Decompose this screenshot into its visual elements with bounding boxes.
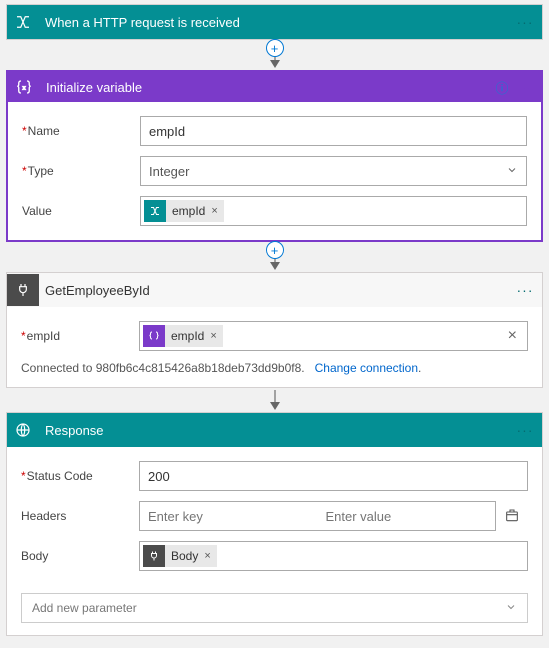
token-body[interactable]: Body × <box>143 545 217 567</box>
response-title: Response <box>39 423 514 438</box>
response-header[interactable]: Response ··· <box>7 413 542 447</box>
http-trigger-icon <box>7 6 39 38</box>
token-label: empId <box>165 329 210 343</box>
body-input[interactable]: Body × <box>139 541 528 571</box>
response-card: Response ··· *Status Code Headers Body <box>6 412 543 636</box>
token-remove-icon[interactable]: × <box>211 205 223 217</box>
type-select-value: Integer <box>149 164 189 179</box>
getemployee-menu-button[interactable]: ··· <box>514 282 536 298</box>
header-key-input[interactable] <box>139 501 318 531</box>
response-icon <box>7 414 39 446</box>
connector-1: + <box>6 42 543 70</box>
trigger-title: When a HTTP request is received <box>39 15 514 30</box>
info-icon[interactable]: ⓘ <box>491 78 513 97</box>
field-label-value: Value <box>22 204 140 218</box>
http-trigger-icon <box>144 200 166 222</box>
connector-3 <box>6 390 543 412</box>
token-empid-var[interactable]: empId × <box>143 325 223 347</box>
field-label-name: *Name <box>22 124 140 138</box>
field-label-empid: *empId <box>21 329 139 343</box>
trigger-menu-button[interactable]: ··· <box>514 14 536 30</box>
chevron-down-icon <box>505 601 517 616</box>
field-label-type: *Type <box>22 164 140 178</box>
response-menu-button[interactable]: ··· <box>514 422 536 438</box>
headers-edit-button[interactable] <box>496 508 528 524</box>
add-parameter-label: Add new parameter <box>32 601 137 615</box>
token-remove-icon[interactable]: × <box>204 550 216 562</box>
clear-field-button[interactable]: × <box>504 327 521 345</box>
response-body: *Status Code Headers Body <box>7 447 542 585</box>
token-remove-icon[interactable]: × <box>210 330 222 342</box>
initialize-variable-card: x Initialize variable ⓘ ··· *Name *Type … <box>6 70 543 242</box>
field-label-headers: Headers <box>21 509 139 523</box>
trigger-card: When a HTTP request is received ··· <box>6 4 543 40</box>
getemployee-header[interactable]: GetEmployeeById ··· <box>7 273 542 307</box>
token-empid-trigger[interactable]: empId × <box>144 200 224 222</box>
empid-input[interactable]: empId × × <box>139 321 528 351</box>
header-value-input[interactable] <box>318 501 497 531</box>
token-label: Body <box>165 549 204 563</box>
chevron-down-icon <box>506 164 518 179</box>
status-code-input[interactable] <box>139 461 528 491</box>
plug-icon <box>143 545 165 567</box>
variable-icon <box>143 325 165 347</box>
add-parameter-select[interactable]: Add new parameter <box>21 593 528 623</box>
initvar-menu-button[interactable]: ··· <box>513 79 535 95</box>
connector-2: + <box>6 244 543 272</box>
token-label: empId <box>166 204 211 218</box>
field-label-status: *Status Code <box>21 469 139 483</box>
getemployee-title: GetEmployeeById <box>39 283 514 298</box>
insert-step-button-2[interactable]: + <box>266 241 284 259</box>
insert-step-button-1[interactable]: + <box>266 39 284 57</box>
svg-text:x: x <box>23 85 26 91</box>
change-connection-link[interactable]: Change connection <box>315 361 418 375</box>
initvar-body: *Name *Type Integer Value <box>8 102 541 240</box>
getemployee-card: GetEmployeeById ··· *empId empId × × <box>6 272 543 388</box>
connection-info: Connected to 980fb6c4c815426a8b18deb73dd… <box>7 361 542 387</box>
getemployee-body: *empId empId × × <box>7 307 542 361</box>
initvar-title: Initialize variable <box>40 80 491 95</box>
trigger-header[interactable]: When a HTTP request is received ··· <box>7 5 542 39</box>
value-input[interactable]: empId × <box>140 196 527 226</box>
plug-icon <box>7 274 39 306</box>
variable-icon: x <box>8 71 40 103</box>
field-label-body: Body <box>21 549 139 563</box>
type-select[interactable]: Integer <box>140 156 527 186</box>
connection-id-text: Connected to 980fb6c4c815426a8b18deb73dd… <box>21 361 305 375</box>
initvar-header[interactable]: x Initialize variable ⓘ ··· <box>8 72 541 102</box>
name-input[interactable] <box>140 116 527 146</box>
